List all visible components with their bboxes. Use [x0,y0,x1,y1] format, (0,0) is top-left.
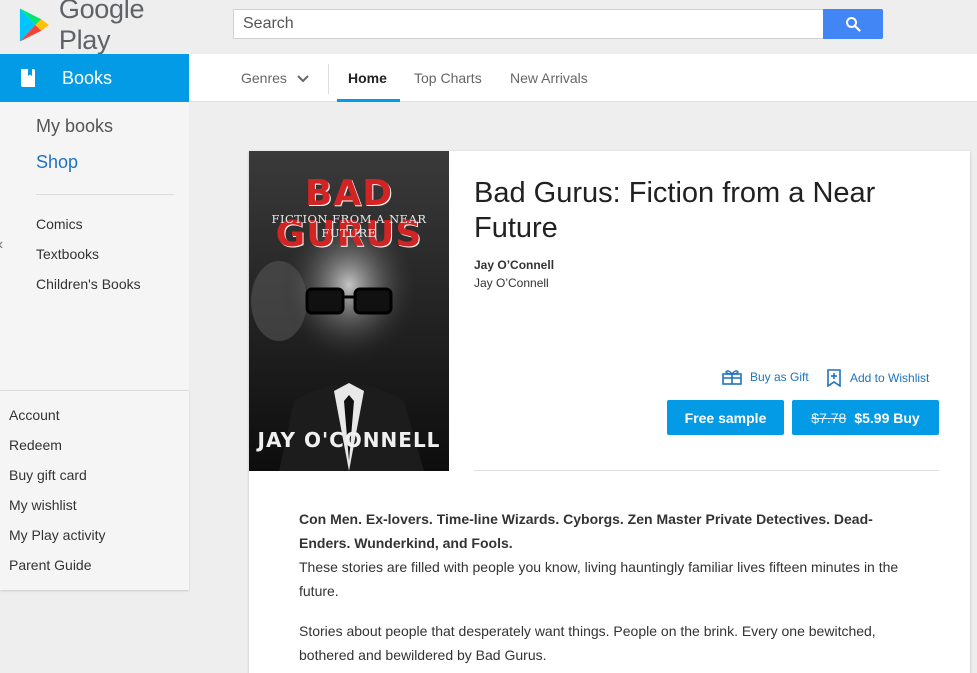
free-sample-button[interactable]: Free sample [667,400,784,435]
author-link[interactable]: Jay O’Connell [474,258,554,272]
book-icon [21,69,35,87]
book-detail-card: BAD GURUS FICTION FROM A NEAR FUTURE JAY… [249,151,970,673]
add-to-wishlist-link[interactable]: Add to Wishlist [826,369,929,387]
menu-item-account[interactable]: Account [9,407,60,423]
genres-dropdown[interactable]: Genres [241,54,309,102]
bookmark-add-icon [827,369,841,387]
sidebar-item-textbooks[interactable]: Textbooks [36,246,99,262]
collapse-sidebar-icon[interactable]: ‹ [0,236,3,254]
menu-item-parent-guide[interactable]: Parent Guide [9,557,92,573]
menu-item-buy-gift-card[interactable]: Buy gift card [9,467,87,483]
original-price: $7.78 [811,409,847,426]
add-to-wishlist-label: Add to Wishlist [850,371,930,385]
category-title: Books [62,67,113,88]
tab-home[interactable]: Home [348,54,387,102]
books-category-header[interactable]: Books [0,54,189,102]
book-cover[interactable]: BAD GURUS FICTION FROM A NEAR FUTURE JAY… [249,151,449,471]
buy-button[interactable]: $7.78 $5.99 Buy [792,400,939,435]
buy-price-label: $5.99 Buy [854,409,920,426]
search-box[interactable] [233,9,824,39]
sidebar: My books Shop Comics Textbooks Children'… [0,102,189,390]
nav-bar: Genres Home Top Charts New Arrivals [189,54,977,102]
buy-as-gift-link[interactable]: Buy as Gift [722,369,809,385]
sidebar-item-shop[interactable]: Shop [36,152,78,173]
google-play-logo[interactable]: Google Play [18,0,198,55]
tab-new-arrivals[interactable]: New Arrivals [510,54,588,102]
chevron-down-icon [297,75,309,83]
author-name: Jay O’Connell [474,276,549,290]
description-paragraph-2: Stories about people that desperately wa… [299,623,876,663]
menu-item-redeem[interactable]: Redeem [9,437,62,453]
logo-text: Google Play [58,0,145,55]
nav-separator [328,64,329,94]
description-headline: Con Men. Ex-lovers. Time-line Wizards. C… [299,511,873,551]
cover-author: JAY O'CONNELL [257,428,441,452]
book-description: Con Men. Ex-lovers. Time-line Wizards. C… [299,507,909,667]
menu-item-my-wishlist[interactable]: My wishlist [9,497,77,513]
search-icon [846,17,861,32]
search-button[interactable] [823,9,883,39]
account-menu: Account Redeem Buy gift card My wishlist… [0,390,189,590]
gift-icon [722,370,742,385]
play-triangle-icon [19,8,49,42]
buy-as-gift-label: Buy as Gift [750,370,809,384]
tab-top-charts[interactable]: Top Charts [414,54,482,102]
top-bar: Google Play [0,0,977,55]
sidebar-item-my-books[interactable]: My books [36,116,113,137]
cover-subtitle: FICTION FROM A NEAR FUTURE [271,212,427,240]
card-divider [474,470,939,471]
sidebar-item-comics[interactable]: Comics [36,216,83,232]
sidebar-item-childrens-books[interactable]: Children's Books [36,276,141,292]
search-input[interactable] [234,10,824,38]
sidebar-divider [36,194,174,195]
description-paragraph-1: These stories are filled with people you… [299,559,899,599]
menu-item-my-play-activity[interactable]: My Play activity [9,527,105,543]
book-title: Bad Gurus: Fiction from a Near Future [474,177,876,244]
active-tab-indicator [337,99,400,102]
genres-label: Genres [241,70,287,86]
